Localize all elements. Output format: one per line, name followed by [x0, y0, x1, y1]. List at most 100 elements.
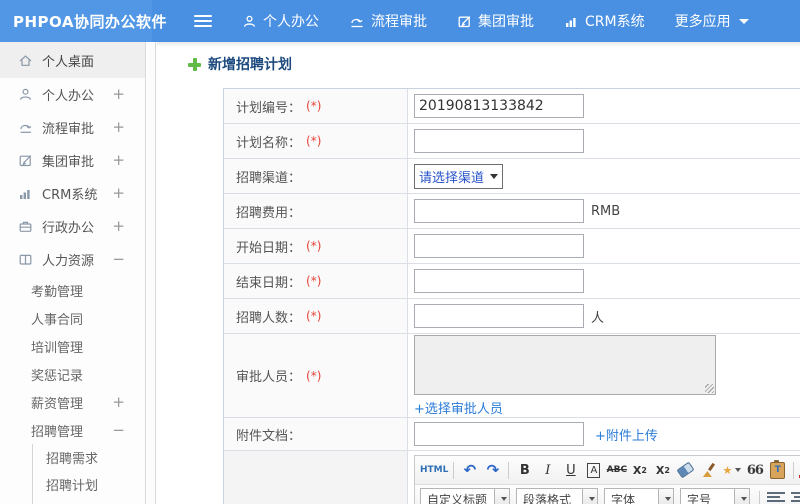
expand-plus-icon[interactable]: +: [112, 219, 125, 234]
quick-format-button[interactable]: ★: [721, 459, 742, 481]
field-label: 审批人员： (*): [224, 334, 408, 417]
form-row-channel: 招聘渠道： 请选择渠道: [224, 159, 800, 194]
sidebar-item-hr[interactable]: 人力资源 −: [0, 243, 145, 276]
field-label: 附件文档：: [224, 418, 408, 450]
user-icon: [242, 14, 257, 29]
sidebar-item-admin-office[interactable]: 行政办公 +: [0, 210, 145, 243]
field-label: 结束日期： (*): [224, 264, 408, 298]
nav-crm-system[interactable]: CRM系统: [564, 11, 645, 31]
attachment-input[interactable]: [414, 422, 584, 446]
sidebar-item-attendance[interactable]: 考勤管理: [0, 276, 145, 304]
id-card-icon: [17, 252, 33, 268]
end-date-input[interactable]: [414, 269, 584, 293]
plan-number-input[interactable]: [414, 94, 584, 118]
topbar-shadow: [157, 42, 800, 47]
nav-personal-office[interactable]: 个人办公: [242, 11, 319, 31]
underline-button[interactable]: U: [560, 459, 581, 481]
sidebar-item-recruit-demand[interactable]: 招聘需求: [33, 444, 145, 471]
font-size-dropdown[interactable]: 字号: [680, 487, 750, 504]
collapse-minus-icon[interactable]: −: [112, 421, 125, 439]
sidebar-item-group-approval[interactable]: 集团审批 +: [0, 144, 145, 177]
plan-name-input[interactable]: [414, 129, 584, 153]
caret-down-icon: [740, 497, 747, 501]
clipboard-icon: T: [770, 459, 786, 479]
font-family-dropdown[interactable]: 字体: [604, 487, 674, 504]
expand-plus-icon[interactable]: +: [112, 87, 125, 102]
caret-down-icon: [738, 18, 749, 24]
choose-approvers-link[interactable]: +选择审批人员: [414, 398, 503, 417]
redo-button[interactable]: ↷: [482, 459, 503, 481]
channel-select[interactable]: 请选择渠道: [414, 163, 504, 189]
caret-down-icon: [735, 468, 742, 472]
align-center-button[interactable]: [789, 488, 800, 504]
form-row-plan-name: 计划名称： (*): [224, 124, 800, 159]
headcount-input[interactable]: [414, 304, 584, 328]
brush-icon: [702, 463, 716, 477]
expand-plus-icon[interactable]: +: [112, 186, 125, 201]
sidebar-scrollbar[interactable]: [147, 42, 156, 504]
blockquote-button[interactable]: 66: [744, 459, 765, 481]
expand-plus-icon[interactable]: +: [112, 153, 125, 168]
field-label: [224, 451, 408, 504]
sidebar-item-recruit-plan[interactable]: 招聘计划: [33, 471, 145, 498]
field-label: 开始日期： (*): [224, 229, 408, 263]
cost-input[interactable]: [414, 199, 584, 223]
attachment-upload-link[interactable]: +附件上传: [595, 425, 658, 444]
bar-chart-icon: [17, 186, 33, 202]
sidebar-item-crm[interactable]: CRM系统 +: [0, 177, 145, 210]
editor-toolbar-row1: HTML ↶ ↷ B I U A ABC X2 X2 ★ 66 T: [415, 456, 800, 485]
superscript-button[interactable]: X2: [629, 459, 650, 481]
boxed-letter-button[interactable]: A: [583, 459, 604, 481]
unit-suffix: 人: [591, 310, 605, 326]
caret-down-icon: [500, 497, 507, 501]
paragraph-format-dropdown[interactable]: 段落格式: [516, 487, 598, 504]
form-row-approvers: 审批人员： (*) +选择审批人员: [224, 334, 800, 418]
bold-button[interactable]: B: [514, 459, 535, 481]
sidebar-item-workflow-approval[interactable]: 流程审批 +: [0, 111, 145, 144]
field-label: 计划编号： (*): [224, 89, 408, 123]
briefcase-icon: [17, 219, 33, 235]
sidebar-item-recruit-mgmt[interactable]: 招聘管理 −: [0, 416, 145, 444]
source-code-button[interactable]: HTML: [420, 459, 448, 481]
home-icon: [17, 52, 33, 68]
app-logo: PHPOA协同办公软件: [0, 0, 167, 42]
expand-plus-icon[interactable]: +: [112, 393, 125, 411]
required-mark: (*): [306, 274, 322, 288]
form-row-plan-number: 计划编号： (*): [224, 89, 800, 124]
eraser-button[interactable]: [675, 459, 696, 481]
undo-button[interactable]: ↶: [459, 459, 480, 481]
hamburger-menu-icon[interactable]: [194, 15, 212, 27]
sidebar: 个人桌面 个人办公 + 流程审批 + 集团审批 + CRM系统 + 行政办公 +…: [0, 42, 146, 504]
expand-plus-icon[interactable]: +: [112, 120, 125, 135]
approvers-textarea[interactable]: [414, 334, 716, 395]
sidebar-item-salary[interactable]: 薪资管理 +: [0, 388, 145, 416]
paste-button[interactable]: T: [767, 459, 788, 481]
align-left-button[interactable]: [765, 488, 787, 504]
edit-icon: [457, 14, 472, 29]
italic-button[interactable]: I: [537, 459, 558, 481]
sidebar-item-training[interactable]: 培训管理: [0, 332, 145, 360]
add-plus-icon: [188, 57, 201, 71]
subscript-button[interactable]: X2: [652, 459, 673, 481]
sidebar-item-talent-pool[interactable]: 人才库: [33, 498, 145, 504]
nav-group-approval[interactable]: 集团审批: [457, 11, 534, 31]
start-date-input[interactable]: [414, 234, 584, 258]
required-mark: (*): [306, 99, 322, 113]
custom-title-dropdown[interactable]: 自定义标题: [420, 487, 510, 504]
caret-down-icon: [588, 497, 595, 501]
form-row-cost: 招聘费用： RMB: [224, 194, 800, 229]
collapse-minus-icon[interactable]: −: [112, 252, 125, 267]
sidebar-item-hr-contract[interactable]: 人事合同: [0, 304, 145, 332]
nav-more-apps[interactable]: 更多应用: [675, 11, 749, 31]
format-brush-button[interactable]: [698, 459, 719, 481]
strikethrough-button[interactable]: ABC: [606, 459, 627, 481]
sidebar-item-personal-desktop[interactable]: 个人桌面: [0, 42, 145, 78]
nav-workflow-approval[interactable]: 流程审批: [349, 11, 427, 31]
required-mark: (*): [306, 239, 322, 253]
form-row-headcount: 招聘人数： (*) 人: [224, 299, 800, 334]
sidebar-item-personal-office[interactable]: 个人办公 +: [0, 78, 145, 111]
sidebar-item-rewards[interactable]: 奖惩记录: [0, 360, 145, 388]
form-row-start-date: 开始日期： (*): [224, 229, 800, 264]
field-label: 计划名称： (*): [224, 124, 408, 158]
field-label: 招聘人数： (*): [224, 299, 408, 333]
